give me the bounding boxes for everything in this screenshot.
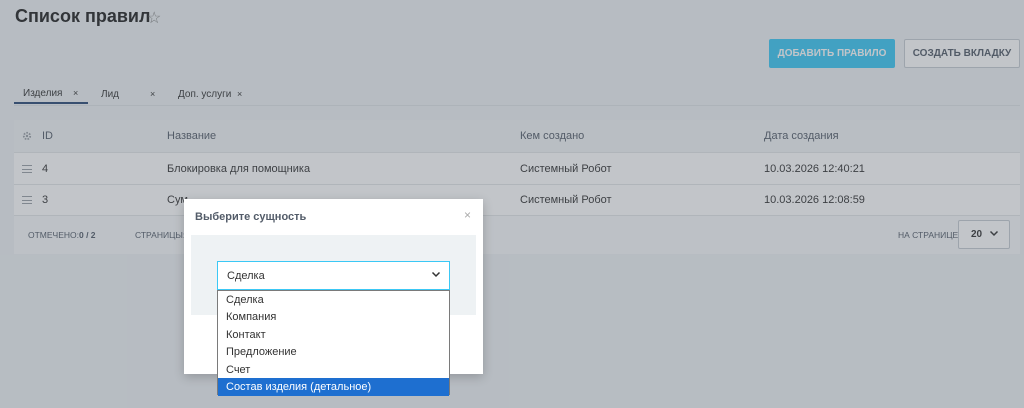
option-deal[interactable]: Сделка	[218, 291, 449, 309]
close-icon[interactable]: ×	[464, 208, 471, 222]
entity-select[interactable]: Сделка	[217, 261, 450, 290]
option-product-composition[interactable]: Состав изделия (детальное)	[218, 378, 449, 396]
chevron-down-icon	[431, 269, 441, 279]
dialog-title: Выберите сущность	[195, 211, 307, 223]
option-contact[interactable]: Контакт	[218, 326, 449, 344]
entity-dropdown-list: Сделка Компания Контакт Предложение Счет…	[217, 290, 450, 396]
modal-overlay[interactable]	[0, 0, 1024, 408]
option-offer[interactable]: Предложение	[218, 344, 449, 362]
option-company[interactable]: Компания	[218, 309, 449, 327]
option-invoice[interactable]: Счет	[218, 361, 449, 379]
entity-select-value: Сделка	[227, 269, 265, 282]
